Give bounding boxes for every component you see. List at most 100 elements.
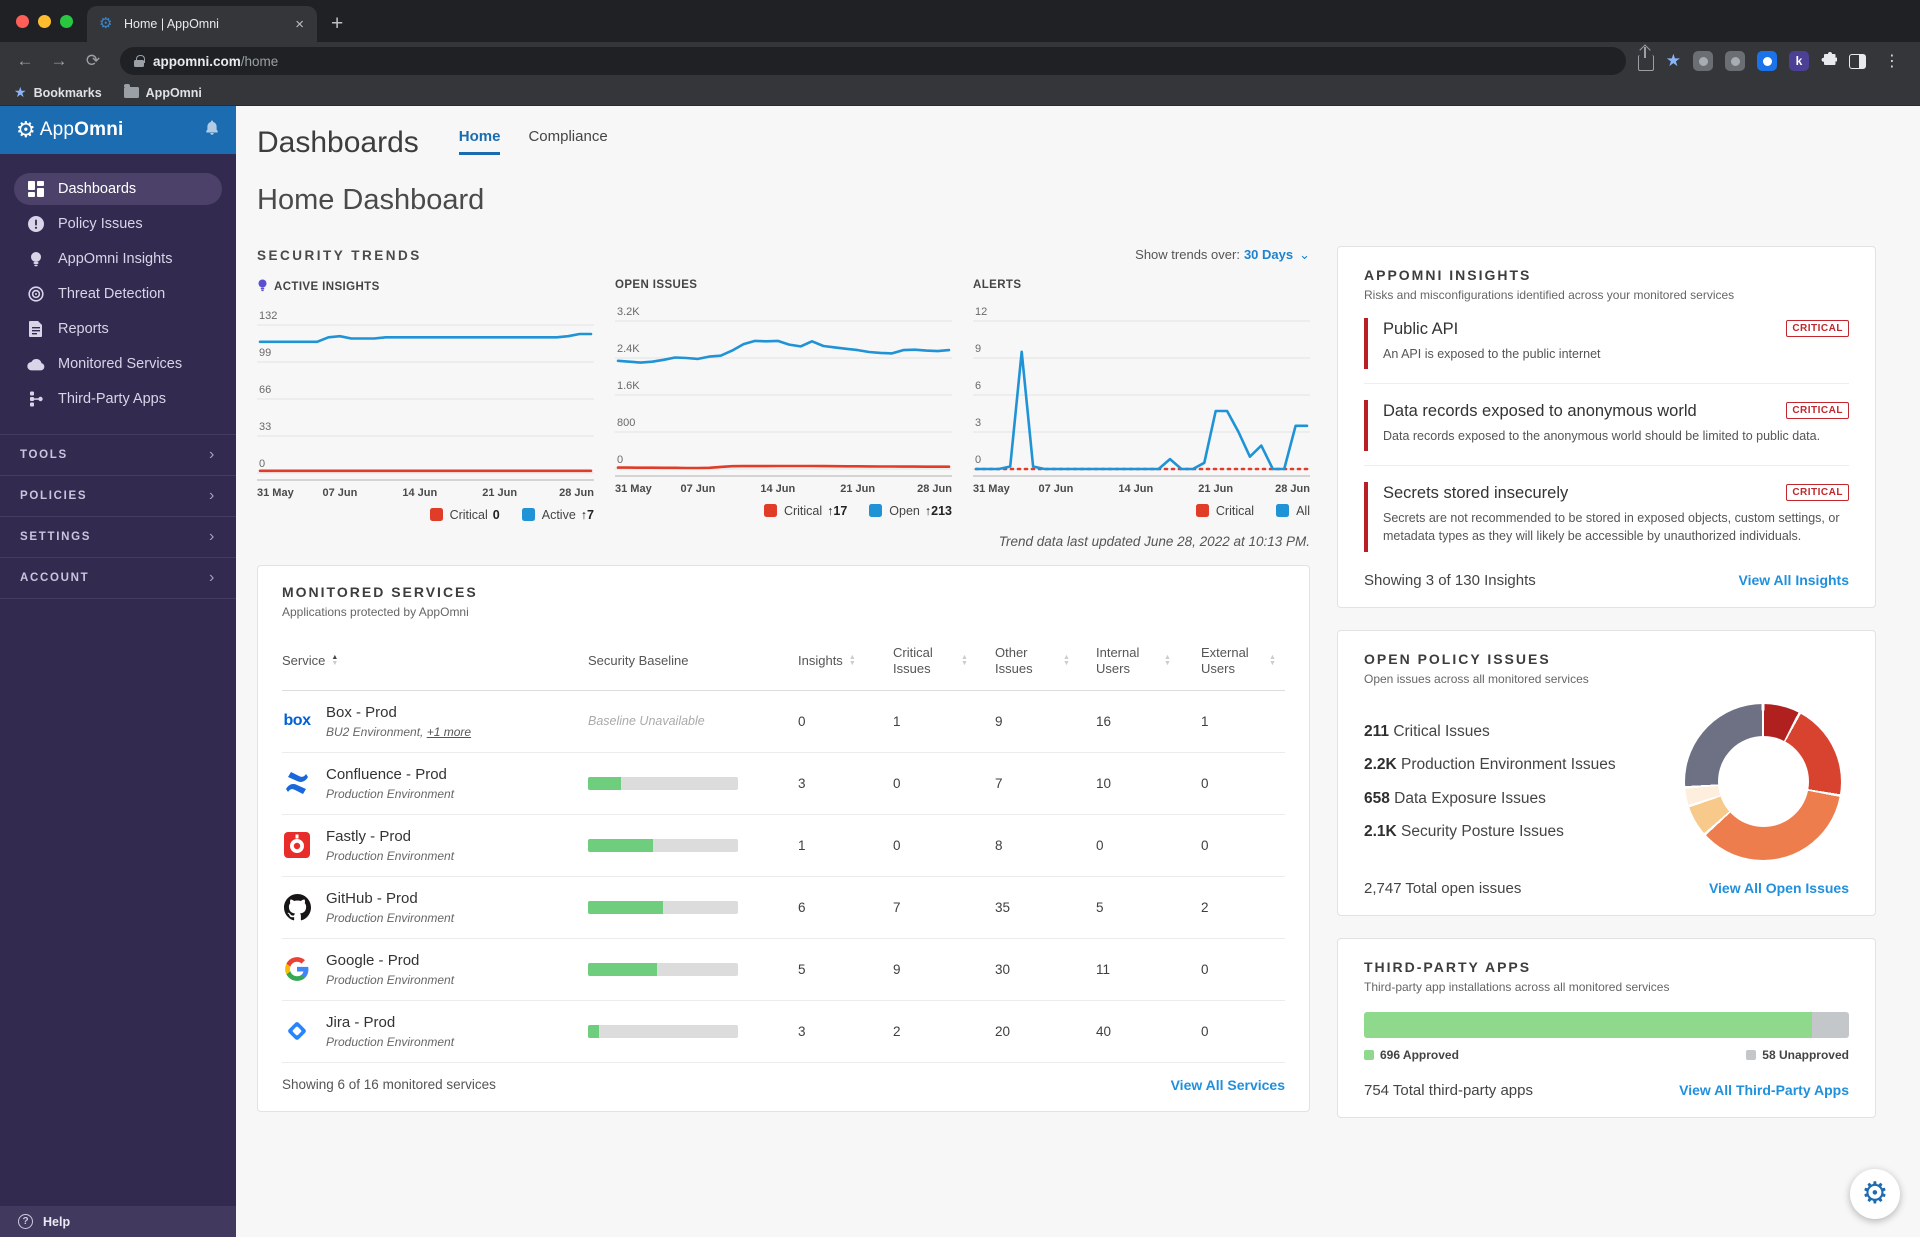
svg-text:07 Jun: 07 Jun [680, 483, 715, 495]
camera-extension-icon[interactable] [1757, 51, 1777, 71]
insights-count: 1 [798, 837, 806, 853]
baseline-bar [588, 1024, 738, 1038]
service-row-fastly[interactable]: Fastly - Prod Production Environment 1 0 8 0 0 [282, 815, 1285, 877]
svg-text:21 Jun: 21 Jun [1198, 483, 1233, 495]
column-header-other-issues[interactable]: Other Issues ▲ ▼ [995, 645, 1096, 678]
address-bar[interactable]: appomni.com/home [120, 47, 1626, 75]
forward-button[interactable]: → [44, 46, 74, 76]
view-all-open-issues-link[interactable]: View All Open Issues [1709, 880, 1849, 896]
extensions-puzzle-icon[interactable] [1821, 51, 1839, 71]
service-name: Fastly - Prod [326, 827, 412, 845]
browser-menu-icon[interactable]: ⋮ [1878, 51, 1906, 71]
critical-issues-count: 1 [893, 713, 901, 729]
extension-icon[interactable] [1693, 51, 1713, 71]
appomni-gear-fab[interactable]: ⚙ [1850, 1169, 1900, 1219]
unapproved-legend: 58 Unapproved [1746, 1048, 1849, 1062]
service-environment: Production Environment [326, 1034, 455, 1049]
bookmarks-button[interactable]: ★ Bookmarks [14, 84, 102, 101]
minimize-window-button[interactable] [38, 14, 51, 28]
chevron-down-icon: ⌄ [1299, 247, 1310, 262]
service-row-github[interactable]: GitHub - Prod Production Environment 6 7 35 5… [282, 877, 1285, 939]
new-tab-button[interactable]: + [317, 12, 357, 42]
service-environment: Production Environment [326, 848, 455, 863]
view-all-third-party-link[interactable]: View All Third-Party Apps [1679, 1082, 1849, 1098]
service-row-box[interactable]: box Box - Prod BU2 Environment, +1 more Bas… [282, 691, 1285, 753]
k-extension-icon[interactable]: k [1789, 51, 1809, 71]
policy-stats: 211 Critical Issues 2.2K Production Envir… [1364, 715, 1616, 848]
column-header-critical-issues[interactable]: Critical Issues ▲ ▼ [893, 645, 995, 678]
sidebar-section-settings[interactable]: SETTINGS › [0, 516, 236, 557]
sidebar-item-label: Third-Party Apps [58, 391, 166, 407]
close-tab-icon[interactable]: × [292, 16, 307, 33]
trend-period-select[interactable]: Show trends over: 30 Days ⌄ [1135, 247, 1310, 263]
extension-icon[interactable] [1725, 51, 1745, 71]
column-header-service[interactable]: Service ▲ ▼ [282, 653, 588, 669]
insight-item[interactable]: Secrets stored insecurely CRITICAL Secrets… [1364, 482, 1849, 552]
notifications-bell-icon[interactable] [204, 119, 220, 141]
maximize-window-button[interactable] [60, 14, 73, 28]
policy-issues-title: OPEN POLICY ISSUES [1364, 650, 1551, 667]
column-header-internal-users[interactable]: Internal Users ▲ ▼ [1096, 645, 1201, 678]
insights-subtitle: Risks and misconfigurations identified a… [1364, 288, 1735, 302]
insight-description: Data records exposed to the anonymous wo… [1383, 429, 1821, 444]
svg-text:21 Jun: 21 Jun [840, 483, 875, 495]
internal-users-count: 40 [1096, 1023, 1112, 1039]
sidebar-item-appomni-insights[interactable]: AppOmni Insights [14, 243, 222, 275]
service-row-google[interactable]: Google - Prod Production Environment 5 9 30 1… [282, 939, 1285, 1001]
folder-icon [123, 84, 139, 98]
bookmark-folder-appomni[interactable]: AppOmni [123, 84, 202, 100]
critical-badge: CRITICAL [1786, 402, 1849, 420]
sidebar-item-threat-detection[interactable]: Threat Detection [14, 278, 222, 310]
legend-swatch-icon [429, 508, 443, 521]
column-header-external-users[interactable]: External Users ▲ ▼ [1201, 645, 1287, 678]
service-row-confluence[interactable]: Confluence - Prod Production Environment 3… [282, 753, 1285, 815]
policy-stat: 658 Data Exposure Issues [1364, 789, 1546, 807]
service-environment: Production Environment [326, 972, 455, 987]
threat-detection-icon [27, 286, 45, 302]
sidebar-item-third-party-apps[interactable]: Third-Party Apps [14, 383, 222, 415]
fastly-logo-icon [284, 832, 310, 858]
insight-item[interactable]: Data records exposed to anonymous world C… [1364, 400, 1849, 467]
sidebar-item-dashboards[interactable]: Dashboards [14, 173, 222, 205]
lock-icon [134, 55, 145, 67]
critical-badge: CRITICAL [1786, 484, 1849, 502]
more-environments-link[interactable]: +1 more [427, 725, 471, 739]
sidebar-item-monitored-services[interactable]: Monitored Services [14, 348, 222, 380]
third-party-apps-bar-chart [1364, 1011, 1849, 1038]
window-controls[interactable] [0, 0, 87, 42]
sidebar-section-account[interactable]: ACCOUNT › [0, 557, 236, 599]
bookmark-star-icon[interactable]: ★ [1666, 51, 1681, 71]
share-icon[interactable] [1637, 47, 1654, 71]
chart-legend: Critical All [973, 504, 1310, 518]
sort-arrows-icon: ▲ ▼ [961, 654, 968, 668]
view-all-services-link[interactable]: View All Services [1171, 1077, 1285, 1093]
chevron-right-icon: › [208, 446, 216, 463]
svg-text:12: 12 [975, 306, 987, 318]
close-window-button[interactable] [16, 14, 29, 28]
view-all-insights-link[interactable]: View All Insights [1739, 572, 1849, 588]
back-button[interactable]: ← [10, 46, 40, 76]
tab-home[interactable]: Home [458, 128, 501, 155]
tab-compliance[interactable]: Compliance [528, 128, 607, 155]
insight-item[interactable]: Public API CRITICAL An API is exposed to t… [1364, 318, 1849, 385]
column-header-insights[interactable]: Insights ▲ ▼ [798, 653, 893, 669]
sidebar-item-reports[interactable]: Reports [14, 313, 222, 345]
other-issues-count: 9 [995, 713, 1003, 729]
help-button[interactable]: ? Help [0, 1206, 236, 1237]
column-header-security-baseline: Security Baseline [588, 653, 689, 669]
sidebar-item-policy-issues[interactable]: Policy Issues [14, 208, 222, 240]
monitored-services-subtitle: Applications protected by AppOmni [282, 605, 469, 619]
insights-count: 6 [798, 899, 806, 915]
security-trend-charts: ACTIVE INSIGHTS 132 99 66 33 0 31 May 07 Jun 14 … [257, 279, 1310, 522]
trend-chart-alerts: ALERTS 12 9 6 3 0 31 May 07 Jun 14 Jun 21 Jun 28 J… [973, 279, 1310, 522]
third-party-title: THIRD-PARTY APPS [1364, 958, 1532, 975]
sidebar-section-policies[interactable]: POLICIES › [0, 475, 236, 516]
browser-tab[interactable]: ⚙ Home | AppOmni × [87, 6, 317, 42]
unapproved-swatch-icon [1746, 1049, 1757, 1060]
side-panel-icon[interactable] [1849, 53, 1866, 69]
reload-button[interactable]: ⟳ [78, 46, 108, 76]
total-open-issues-text: 2,747 Total open issues [1364, 879, 1522, 897]
svg-text:28 Jun: 28 Jun [1275, 483, 1310, 495]
service-row-jira[interactable]: Jira - Prod Production Environment 3 2 20 40 0 [282, 1001, 1285, 1063]
sidebar-section-tools[interactable]: TOOLS › [0, 434, 236, 475]
